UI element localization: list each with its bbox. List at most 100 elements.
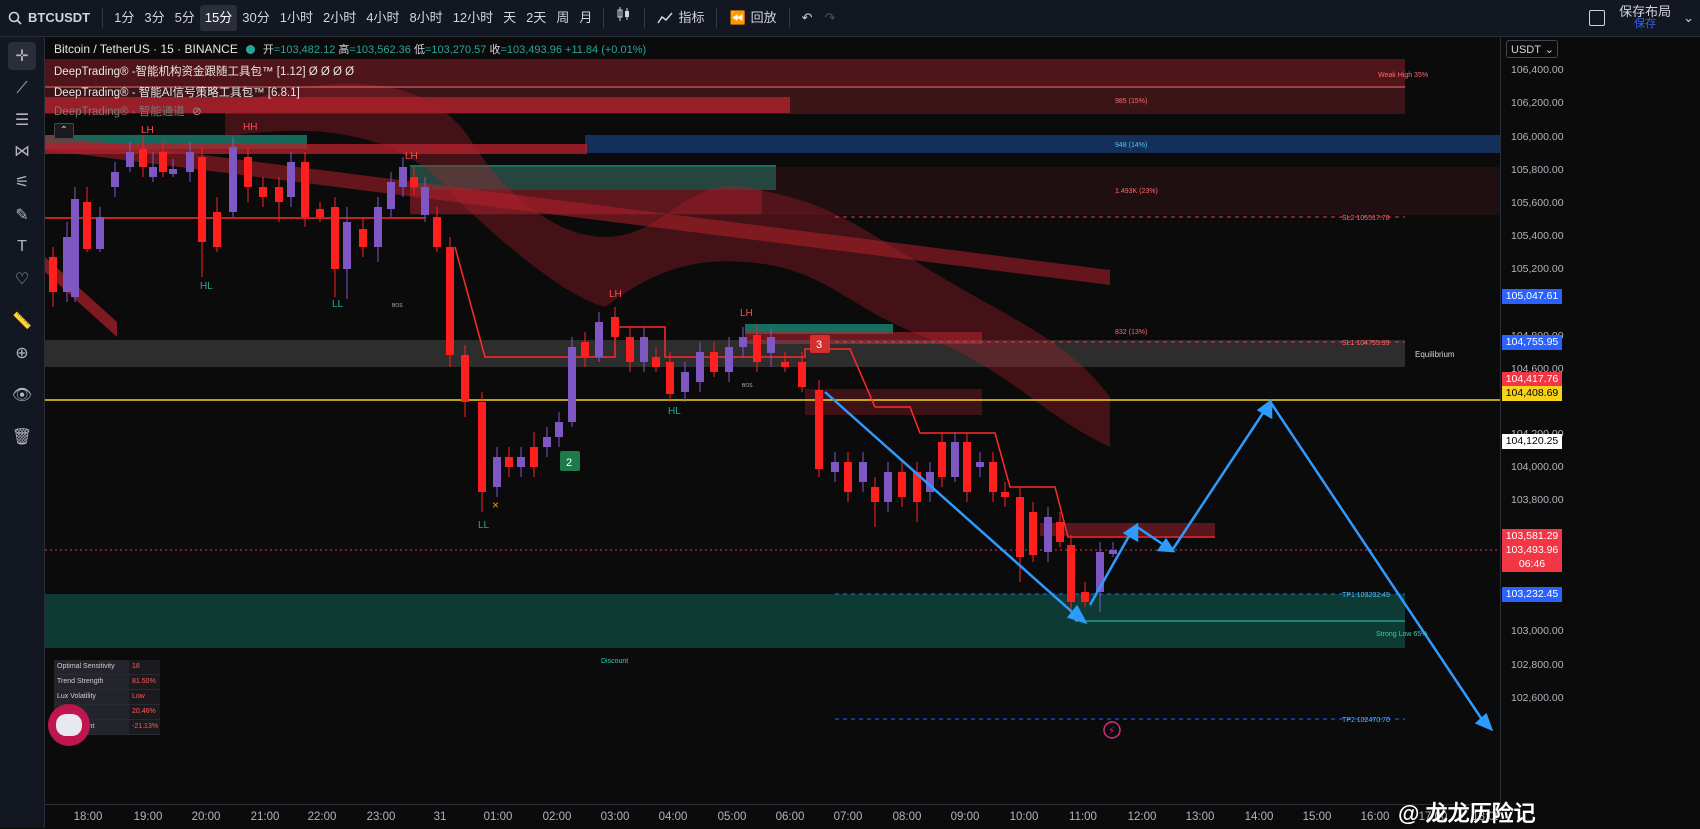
time-tick: 03:00: [600, 811, 630, 823]
supply-block-5: [805, 389, 982, 415]
forecast-tool[interactable]: ⚟: [10, 170, 34, 194]
timeframe-button[interactable]: 8小时: [404, 5, 447, 31]
search-icon: [8, 11, 22, 25]
candle-body: [831, 462, 839, 472]
stats-key: Trend Strength: [54, 675, 129, 689]
candle-body: [898, 472, 906, 497]
favorite-tool[interactable]: ♡: [10, 267, 34, 291]
delete-tool[interactable]: 🗑: [10, 425, 34, 449]
timeframe-button[interactable]: 30分: [237, 5, 274, 31]
timeframe-button[interactable]: 周: [551, 5, 574, 31]
redo-icon: ↷: [824, 10, 836, 25]
timeframe-button[interactable]: 12小时: [448, 5, 498, 31]
price-badge: 104,408.69: [1502, 386, 1562, 401]
candle-body: [595, 322, 603, 357]
candle-body: [871, 487, 879, 502]
indicator-legend[interactable]: DeepTrading® - 智能AI信号策略工具包™ [6.8.1]: [54, 84, 300, 100]
candle-body: [989, 462, 997, 492]
save-status-label: 保存: [1634, 18, 1657, 30]
ohlc-values: 开=103,482.12 高=103,562.36 低=103,270.57 收…: [263, 41, 646, 57]
measure-tool[interactable]: 📏: [10, 309, 34, 333]
indicators-icon: [657, 12, 674, 24]
time-tick: 11:00: [1069, 811, 1097, 823]
candle-body: [767, 337, 775, 353]
save-layout-button[interactable]: 保存布局 保存: [1619, 5, 1671, 31]
text-tool[interactable]: T: [10, 235, 34, 259]
price-badge: 06:46: [1502, 557, 1562, 572]
candle-body: [461, 355, 469, 402]
change-value: +11.84 (+0.01%): [565, 44, 647, 56]
fib-label: 832 (13%): [1115, 329, 1147, 336]
time-axis[interactable]: 18:00 19:00 20:00 21:00 22:00 23:00 31 01:00 02:…: [45, 804, 1500, 829]
candle-body: [505, 457, 513, 467]
candle-body: [244, 157, 252, 187]
candle-body: [844, 462, 852, 492]
timeframe-button[interactable]: 天: [498, 5, 521, 31]
timeframe-button[interactable]: 3分: [139, 5, 169, 31]
visibility-tool[interactable]: 👁: [10, 383, 34, 407]
currency-select[interactable]: USDT ⌄: [1506, 40, 1558, 58]
symbol-title[interactable]: Bitcoin / TetherUS · 15 · BINANCE: [54, 42, 238, 56]
price-tick: 106,000.00: [1511, 131, 1564, 143]
save-layout-label: 保存布局: [1619, 4, 1672, 19]
weak-high-label: Weak High 35%: [1378, 72, 1428, 79]
final-drop-arrow-line: [1269, 402, 1487, 725]
stats-row: Lux Volatility Low: [54, 690, 160, 705]
crosshair-tool[interactable]: ✛: [8, 42, 36, 70]
collapse-legend-button[interactable]: ⌃: [54, 123, 74, 139]
timeframe-button[interactable]: 5分: [170, 5, 200, 31]
timeframe-button[interactable]: 1分: [109, 5, 139, 31]
divider: [644, 8, 646, 28]
candle-body: [938, 442, 946, 477]
redo-button[interactable]: ↷: [819, 5, 842, 31]
candle-body: [343, 222, 351, 269]
stats-key: Optimal Sensitivity: [54, 660, 129, 674]
divider: [603, 8, 605, 28]
candle-body: [798, 362, 806, 387]
candle-body: [126, 152, 134, 167]
candle-body: [96, 217, 104, 249]
layout-menu-button[interactable]: ⌄: [1677, 5, 1700, 31]
timeframe-button[interactable]: 月: [574, 5, 597, 31]
timeframe-button[interactable]: 2天: [521, 5, 551, 31]
chart-pane[interactable]: LH HH HL LL LH LH HL LL LH BOS BOS 2 3 ×…: [45, 37, 1500, 804]
candle-body: [517, 457, 525, 467]
pattern-tool[interactable]: ⋈: [10, 139, 34, 163]
replay-button[interactable]: ⏪ 回放: [723, 5, 782, 31]
chart-canvas[interactable]: LH HH HL LL LH LH HL LL LH BOS BOS 2 3 ×…: [45, 37, 1500, 804]
fib-tool[interactable]: ☰: [10, 108, 34, 132]
candle-body: [399, 167, 407, 187]
brush-tool[interactable]: ✎: [10, 203, 34, 227]
timeframe-button[interactable]: 2小时: [318, 5, 361, 31]
candle-type-button[interactable]: [610, 5, 638, 31]
time-tick: 16:00: [1360, 811, 1390, 823]
candle-body: [359, 229, 367, 247]
symbol-search[interactable]: BTCUSDT: [0, 5, 96, 31]
undo-button[interactable]: ↶: [796, 5, 819, 31]
candle-body: [259, 187, 267, 197]
fib-label: 985 (15%): [1115, 98, 1147, 105]
hidden-eye-icon[interactable]: ⊘: [192, 106, 202, 118]
divider: [788, 8, 790, 28]
price-tick: 103,800.00: [1511, 494, 1564, 506]
fullscreen-icon[interactable]: [1589, 10, 1606, 26]
time-tick: 08:00: [892, 811, 922, 823]
timeframe-button[interactable]: 15分: [199, 5, 238, 31]
line-tool[interactable]: ⟋: [10, 77, 34, 101]
candle-body: [229, 147, 237, 212]
candlestick-icon: [617, 7, 630, 21]
timeframe-button[interactable]: 1小时: [275, 5, 318, 31]
forecast-icon: ⚟: [14, 174, 30, 191]
indicators-button[interactable]: 指标: [651, 5, 710, 31]
candle-body: [652, 357, 660, 367]
price-axis[interactable]: 106,400.00 106,200.00 106,000.00 105,800.00…: [1500, 37, 1569, 804]
price-tick: 105,400.00: [1511, 230, 1564, 242]
stats-row: Trend Strength 81.50%: [54, 675, 160, 690]
candle-body: [859, 462, 867, 482]
zoom-tool[interactable]: ⊕: [10, 341, 34, 365]
time-tick: 10:00: [1009, 811, 1039, 823]
indicator-legend[interactable]: DeepTrading® - 智能通道 ⊘: [54, 103, 202, 119]
indicator-legend[interactable]: DeepTrading® -智能机构资金跟随工具包™ [1.12] Ø Ø Ø …: [54, 63, 354, 79]
open-value: =103,482.12: [273, 44, 336, 56]
timeframe-button[interactable]: 4小时: [361, 5, 404, 31]
